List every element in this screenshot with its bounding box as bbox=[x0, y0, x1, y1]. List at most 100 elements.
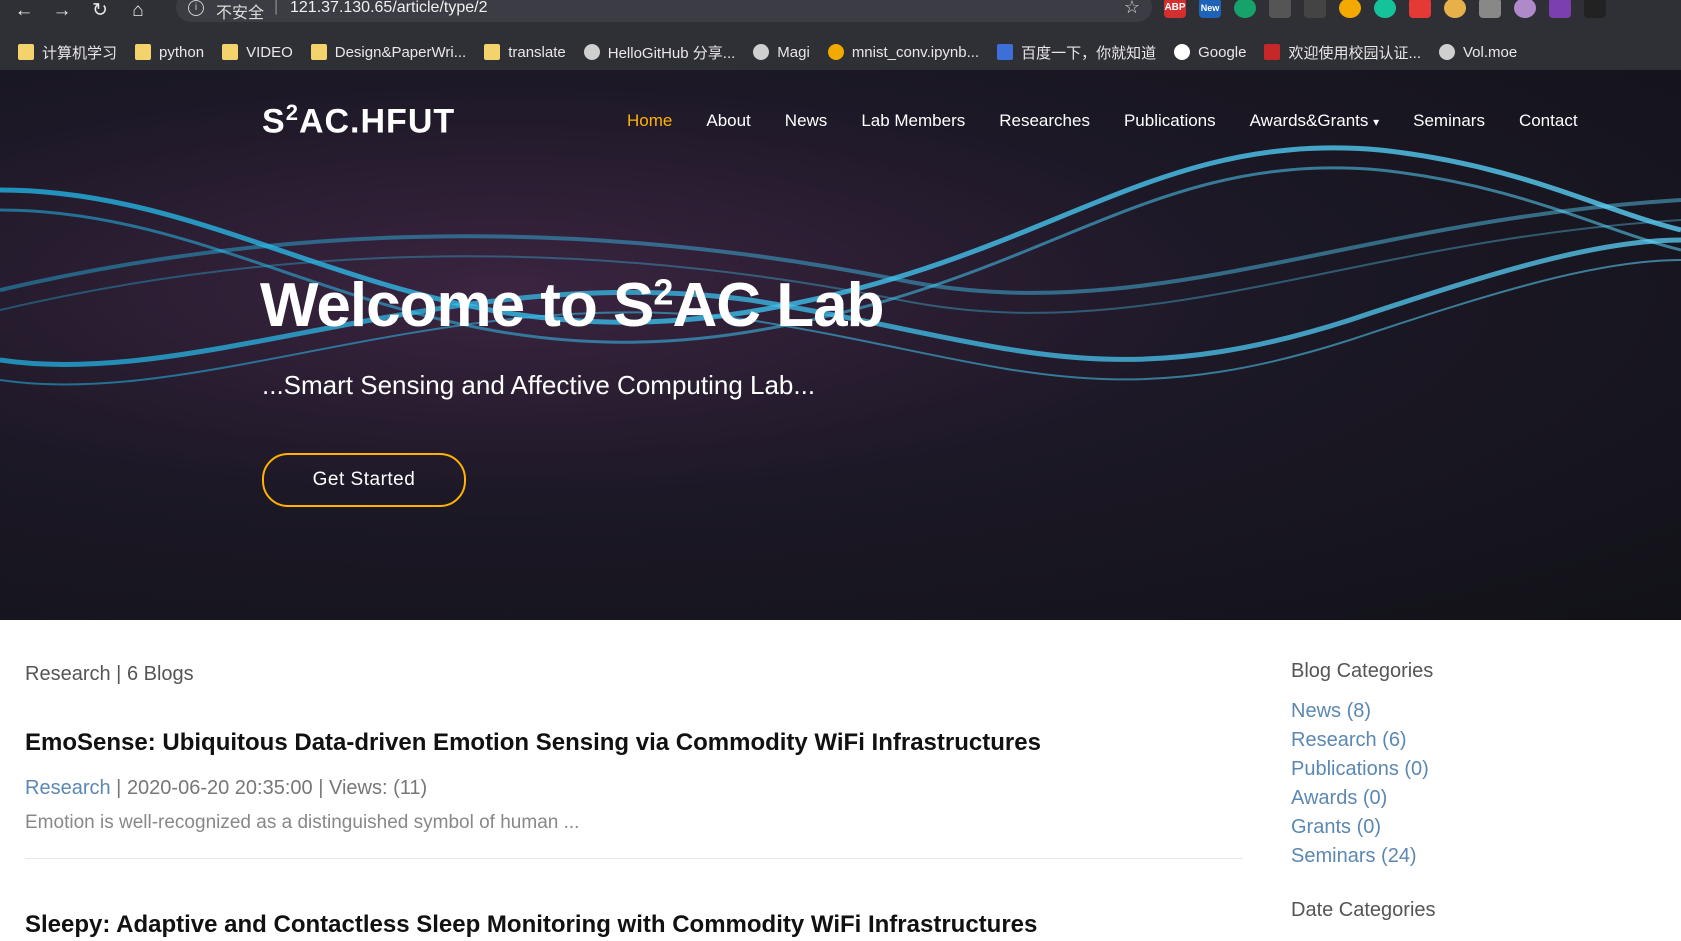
extension-icon[interactable] bbox=[1409, 0, 1431, 18]
github-icon bbox=[583, 44, 600, 60]
folder-icon bbox=[18, 44, 34, 60]
bookmark-label: 计算机学习 bbox=[42, 44, 118, 62]
category-link-news[interactable]: News (8) bbox=[1291, 697, 1671, 726]
palette-icon[interactable] bbox=[1444, 0, 1466, 18]
nav-lab-members[interactable]: Lab Members bbox=[861, 111, 965, 131]
nav-home[interactable]: Home bbox=[627, 111, 672, 131]
globe-icon bbox=[1439, 44, 1455, 60]
colab-icon bbox=[827, 44, 844, 60]
blog-categories-title: Blog Categories bbox=[1291, 660, 1434, 682]
nav-contact[interactable]: Contact bbox=[1519, 111, 1578, 131]
info-icon[interactable]: i bbox=[188, 0, 204, 16]
post-meta: Research | 2020-06-20 20:35:00 | Views: … bbox=[25, 777, 428, 799]
bookmark-label: Google bbox=[1198, 43, 1247, 61]
url-text[interactable]: 121.37.130.65/article/type/2 bbox=[290, 0, 487, 17]
chevron-down-icon: ▾ bbox=[1373, 115, 1380, 129]
baidu-icon bbox=[997, 44, 1014, 60]
bookmark-item[interactable]: HelloGitHub 分享... bbox=[583, 42, 736, 63]
category-list: News (8) Research (6) Publications (0) A… bbox=[1291, 697, 1671, 871]
browser-nav: ← → ↻ ⌂ bbox=[14, 0, 148, 22]
extension-icon[interactable] bbox=[1234, 0, 1256, 18]
campus-icon bbox=[1264, 44, 1281, 60]
blog-post: EmoSense: Ubiquitous Data-driven Emotion… bbox=[25, 729, 1243, 859]
translate-icon[interactable] bbox=[1304, 0, 1326, 18]
hero-title: Welcome to S2AC Lab bbox=[260, 271, 884, 340]
bookmark-label: python bbox=[159, 43, 205, 61]
folder-icon bbox=[310, 44, 327, 60]
date-categories-title: Date Categories bbox=[1291, 899, 1436, 921]
nav-publications[interactable]: Publications bbox=[1124, 111, 1216, 131]
blog-post: Sleepy: Adaptive and Contactless Sleep M… bbox=[25, 911, 1243, 939]
folder-icon bbox=[135, 44, 152, 60]
bookmark-item[interactable]: Google bbox=[1174, 44, 1246, 61]
post-excerpt: Emotion is well-recognized as a distingu… bbox=[25, 812, 580, 833]
security-label: 不安全 bbox=[216, 5, 265, 22]
bookmark-item[interactable]: VIDEO bbox=[222, 44, 293, 61]
extension-icon[interactable] bbox=[1514, 0, 1536, 18]
address-bar[interactable]: i 不安全 | 121.37.130.65/article/type/2 ☆ bbox=[176, 0, 1152, 22]
nav-about[interactable]: About bbox=[706, 111, 750, 131]
post-category-link[interactable]: Research bbox=[25, 777, 111, 799]
home-icon[interactable]: ⌂ bbox=[128, 1, 148, 21]
folder-icon bbox=[222, 44, 239, 60]
reload-icon[interactable]: ↻ bbox=[90, 1, 110, 21]
hero-banner: S2AC.HFUT Home About News Lab Members Re… bbox=[0, 70, 1681, 620]
bookmark-label: Vol.moe bbox=[1463, 43, 1518, 61]
divider bbox=[25, 858, 1243, 859]
bookmark-item[interactable]: 计算机学习 bbox=[18, 42, 117, 63]
colab-icon[interactable] bbox=[1339, 0, 1361, 18]
category-header: Research | 6 Blogs bbox=[25, 663, 194, 685]
nav-researches[interactable]: Researches bbox=[999, 111, 1090, 131]
category-link-grants[interactable]: Grants (0) bbox=[1291, 813, 1671, 842]
category-link-awards[interactable]: Awards (0) bbox=[1291, 784, 1671, 813]
bookmark-item[interactable]: 百度一下，你就知道 bbox=[997, 42, 1156, 63]
separator: | bbox=[274, 0, 279, 15]
bookmark-label: 百度一下，你就知道 bbox=[1021, 44, 1157, 62]
main-navigation: Home About News Lab Members Researches P… bbox=[627, 111, 1578, 131]
bookmarks-bar: 计算机学习 python VIDEO Design&PaperWri... tr… bbox=[0, 34, 1681, 71]
extension-icon[interactable] bbox=[1479, 0, 1501, 18]
new-extension-icon[interactable]: New bbox=[1199, 0, 1221, 18]
hero-subtitle: ...Smart Sensing and Affective Computing… bbox=[262, 370, 816, 400]
back-icon[interactable]: ← bbox=[14, 1, 34, 21]
onenote-icon[interactable] bbox=[1549, 0, 1571, 18]
bookmark-item[interactable]: Vol.moe bbox=[1439, 44, 1517, 61]
post-title[interactable]: EmoSense: Ubiquitous Data-driven Emotion… bbox=[25, 729, 1243, 757]
google-icon bbox=[1174, 44, 1191, 60]
forward-icon[interactable]: → bbox=[52, 1, 72, 21]
bookmark-label: mnist_conv.ipynb... bbox=[851, 43, 980, 61]
category-link-publications[interactable]: Publications (0) bbox=[1291, 755, 1671, 784]
category-link-seminars[interactable]: Seminars (24) bbox=[1291, 842, 1671, 871]
bookmark-item[interactable]: python bbox=[135, 44, 204, 61]
bookmark-label: HelloGitHub 分享... bbox=[607, 44, 736, 62]
bookmark-label: 欢迎使用校园认证... bbox=[1288, 44, 1421, 62]
post-views: Views: (11) bbox=[328, 777, 428, 799]
bookmark-item[interactable]: Design&PaperWri... bbox=[310, 43, 467, 61]
category-link-research[interactable]: Research (6) bbox=[1291, 726, 1671, 755]
adblock-icon[interactable]: ABP bbox=[1164, 0, 1186, 18]
post-date: 2020-06-20 20:35:00 bbox=[126, 777, 313, 799]
bookmark-label: Magi bbox=[777, 43, 810, 61]
get-started-button[interactable]: Get Started bbox=[262, 453, 466, 507]
bookmark-label: Design&PaperWri... bbox=[334, 43, 467, 61]
grammarly-icon[interactable] bbox=[1374, 0, 1396, 18]
site-logo[interactable]: S2AC.HFUT bbox=[262, 100, 455, 141]
bookmark-item[interactable]: translate bbox=[484, 44, 566, 61]
sidebar: Blog Categories News (8) Research (6) Pu… bbox=[1291, 620, 1671, 922]
nav-news[interactable]: News bbox=[785, 111, 828, 131]
bookmark-item[interactable]: mnist_conv.ipynb... bbox=[827, 43, 980, 61]
folder-icon bbox=[484, 44, 501, 60]
pdf-icon[interactable] bbox=[1269, 0, 1291, 18]
bookmark-star-icon[interactable]: ☆ bbox=[1124, 0, 1140, 18]
globe-icon bbox=[753, 44, 770, 60]
post-title[interactable]: Sleepy: Adaptive and Contactless Sleep M… bbox=[25, 911, 1243, 939]
bookmark-label: VIDEO bbox=[246, 43, 293, 61]
nav-seminars[interactable]: Seminars bbox=[1413, 111, 1485, 131]
bookmark-item[interactable]: Magi bbox=[753, 44, 810, 61]
wave-background bbox=[0, 145, 1681, 386]
extensions-bar: ABP New bbox=[1164, 0, 1606, 18]
extension-icon[interactable] bbox=[1584, 0, 1606, 18]
nav-awards-grants[interactable]: Awards&Grants ▾ bbox=[1250, 111, 1380, 131]
bookmark-item[interactable]: 欢迎使用校园认证... bbox=[1264, 42, 1421, 63]
browser-toolbar: ← → ↻ ⌂ i 不安全 | 121.37.130.65/article/ty… bbox=[0, 0, 1681, 34]
